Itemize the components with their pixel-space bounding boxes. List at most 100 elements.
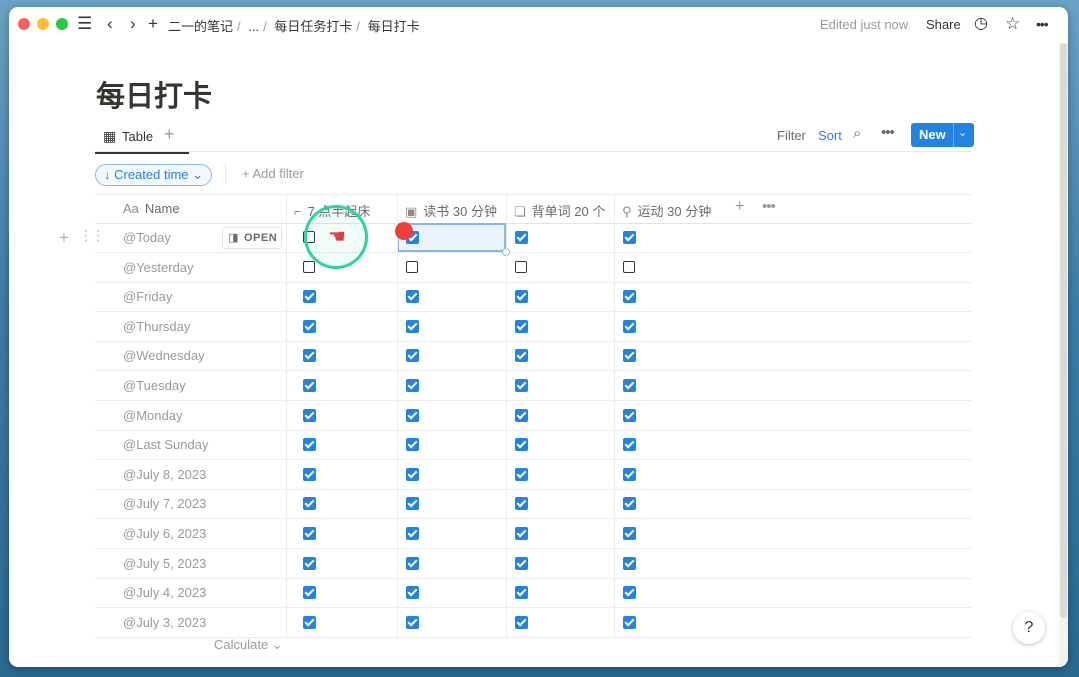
table-row[interactable]: @Yesterday [95, 252, 972, 283]
row-name-cell[interactable]: @July 8, 2023 [123, 467, 206, 482]
add-filter-button[interactable]: + Add filter [242, 166, 304, 181]
checkbox-checked[interactable] [303, 497, 316, 511]
checkbox-checked[interactable] [303, 319, 316, 333]
checkbox-checked[interactable] [303, 467, 316, 481]
sort-button[interactable]: Sort [818, 128, 842, 143]
breadcrumb-item[interactable]: 每日打卡 [368, 19, 420, 34]
table-row[interactable]: @July 6, 2023 [95, 519, 972, 549]
back-arrow-icon[interactable]: ‹ [107, 14, 113, 34]
sidebar-menu-icon[interactable]: ☰ [77, 14, 92, 34]
checkbox-checked[interactable] [623, 467, 636, 481]
checkbox-checked[interactable] [515, 556, 528, 570]
row-name-cell[interactable]: @July 5, 2023 [123, 556, 206, 571]
checkbox-unchecked[interactable] [406, 260, 418, 273]
row-name-cell[interactable]: @Last Sunday [123, 437, 208, 452]
table-row[interactable]: @July 8, 2023 [95, 459, 972, 490]
row-name-cell[interactable]: @Thursday [123, 319, 190, 334]
checkbox-checked[interactable] [515, 349, 528, 363]
row-name-cell[interactable]: @Monday [123, 408, 182, 423]
scrollbar-thumb[interactable] [1060, 43, 1067, 618]
row-name-cell[interactable]: @July 7, 2023 [123, 496, 206, 511]
checkbox-checked[interactable] [406, 408, 419, 422]
checkbox-unchecked[interactable] [623, 260, 635, 273]
add-row-icon[interactable]: + [59, 228, 69, 247]
checkbox-checked[interactable] [303, 290, 316, 304]
table-row[interactable]: @July 7, 2023 [95, 489, 972, 520]
column-divider[interactable] [506, 195, 507, 223]
share-button[interactable]: Share [926, 17, 961, 32]
open-row-button[interactable]: ◨ OPEN [222, 227, 282, 249]
checkbox-checked[interactable] [406, 438, 419, 452]
row-name-cell[interactable]: @Yesterday [123, 260, 194, 275]
checkbox-checked[interactable] [623, 319, 636, 333]
new-button[interactable]: New ⌄ [911, 123, 974, 147]
checkbox-checked[interactable] [303, 586, 316, 600]
checkbox-checked[interactable] [406, 379, 419, 392]
zoom-window-button[interactable] [56, 18, 68, 30]
checkbox-checked[interactable] [303, 349, 316, 363]
table-row[interactable]: @Thursday [95, 311, 972, 342]
table-row[interactable]: @July 4, 2023 [95, 578, 972, 609]
checkbox-checked[interactable] [515, 615, 528, 629]
filter-button[interactable]: Filter [777, 128, 806, 143]
chevron-down-icon[interactable]: ⌄ [958, 126, 967, 139]
checkbox-checked[interactable] [623, 527, 636, 540]
breadcrumb-item[interactable]: 每日任务打卡 [274, 19, 352, 34]
checkbox-checked[interactable] [406, 349, 419, 363]
checkbox-checked[interactable] [303, 438, 316, 452]
column-header-name[interactable]: Aa Name [123, 201, 180, 216]
checkbox-checked[interactable] [406, 290, 419, 304]
add-property-icon[interactable]: + [735, 198, 744, 216]
row-name-cell[interactable]: @July 3, 2023 [123, 615, 206, 630]
row-name-cell[interactable]: @July 4, 2023 [123, 585, 206, 600]
column-divider[interactable] [397, 195, 398, 223]
checkbox-checked[interactable] [406, 497, 419, 511]
checkbox-checked[interactable] [515, 319, 528, 333]
checkbox-checked[interactable] [515, 527, 528, 540]
forward-arrow-icon[interactable]: › [130, 14, 136, 34]
tab-table-view[interactable]: ▦ Table [95, 126, 189, 154]
checkbox-unchecked[interactable] [303, 260, 315, 273]
calculate-button[interactable]: Calculate ⌄ [214, 637, 283, 653]
row-name-cell[interactable]: @Wednesday [123, 348, 205, 363]
checkbox-checked[interactable] [623, 231, 636, 244]
checkbox-checked[interactable] [623, 497, 636, 511]
checkbox-checked[interactable] [623, 408, 636, 422]
table-row[interactable]: @Today ◨ OPEN [95, 223, 972, 256]
checkbox-checked[interactable] [623, 615, 636, 629]
table-row[interactable]: @Friday [95, 282, 972, 313]
updates-clock-icon[interactable]: ◷ [974, 14, 988, 34]
checkbox-checked[interactable] [515, 408, 528, 422]
table-row[interactable]: @Tuesday [95, 371, 972, 401]
breadcrumb-item[interactable]: ... [248, 19, 259, 34]
close-window-button[interactable] [18, 18, 30, 30]
page-title[interactable]: 每日打卡 [96, 73, 212, 115]
table-row[interactable]: @Last Sunday [95, 430, 972, 461]
row-name-cell[interactable]: @July 6, 2023 [123, 526, 206, 541]
minimize-window-button[interactable] [37, 18, 49, 30]
table-row[interactable]: @Monday [95, 400, 972, 431]
row-name-cell[interactable]: @Tuesday [123, 378, 186, 393]
column-header-c2[interactable]: ▣ 读书 30 分钟 [405, 201, 497, 220]
column-header-c3[interactable]: ❏ 背单词 20 个 [514, 201, 605, 220]
checkbox-checked[interactable] [406, 615, 419, 629]
search-icon[interactable]: ⌕ [853, 125, 861, 142]
breadcrumb-item[interactable]: 二一的笔记 [168, 19, 233, 34]
checkbox-checked[interactable] [515, 467, 528, 481]
checkbox-checked[interactable] [515, 438, 528, 452]
vertical-scrollbar[interactable] [1059, 43, 1068, 667]
checkbox-checked[interactable] [623, 290, 636, 304]
column-divider[interactable] [614, 195, 615, 223]
row-name-cell[interactable]: @Today [123, 230, 171, 245]
checkbox-checked[interactable] [303, 615, 316, 629]
checkbox-checked[interactable] [515, 497, 528, 511]
property-more-icon[interactable]: ••• [762, 198, 776, 215]
checkbox-checked[interactable] [303, 556, 316, 570]
checkbox-checked[interactable] [303, 527, 316, 540]
table-row[interactable]: @July 3, 2023 [95, 607, 972, 638]
checkbox-checked[interactable] [623, 438, 636, 452]
table-row[interactable]: @July 5, 2023 [95, 548, 972, 579]
more-options-icon[interactable]: ••• [1036, 14, 1049, 34]
favorite-star-icon[interactable]: ☆ [1005, 14, 1020, 34]
column-divider[interactable] [286, 195, 287, 223]
